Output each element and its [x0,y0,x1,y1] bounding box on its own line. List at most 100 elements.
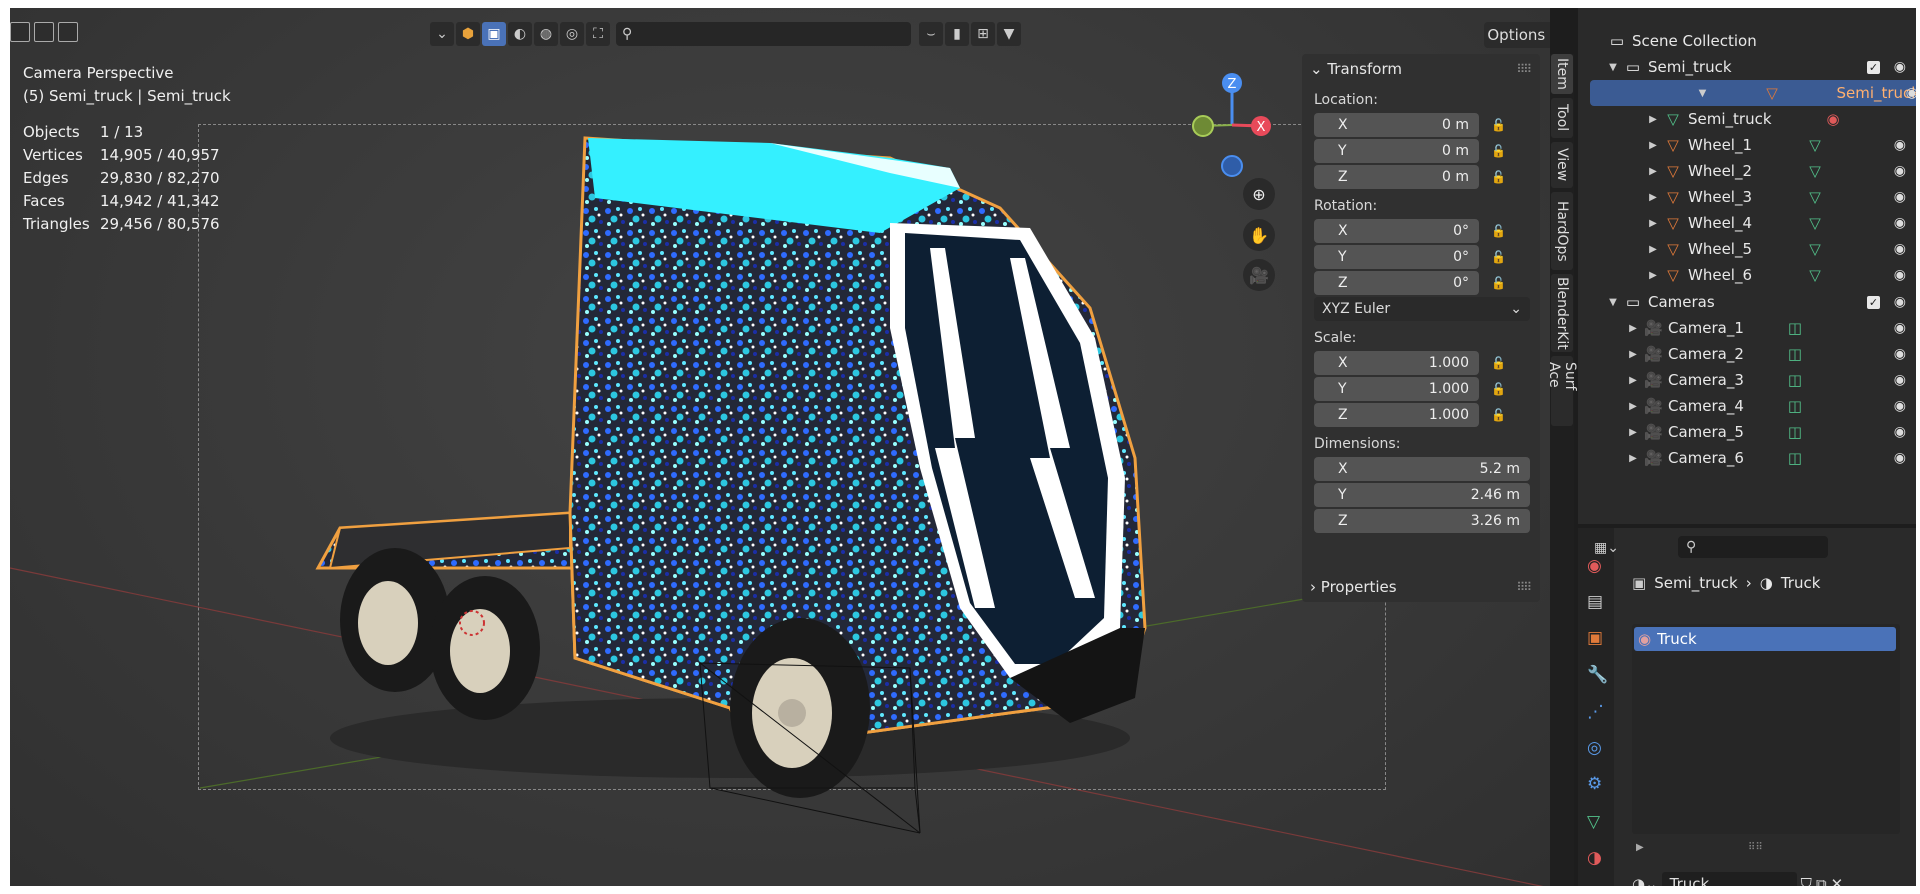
mesh-data-icon[interactable]: ▽ [1806,136,1824,154]
expand-triangle-icon[interactable]: ▶ [1628,401,1638,412]
outliner-row[interactable]: ▶ ▽ Semi_truck ◉ [1578,106,1916,132]
eye-icon[interactable]: ◉ [1894,241,1906,257]
eye-icon[interactable]: ◉ [1894,424,1906,440]
mesh-data-icon[interactable]: ▽ [1806,214,1824,232]
expand-triangle-icon[interactable]: ▶ [1648,192,1658,203]
outliner-row[interactable]: ▼ ▽ Semi_truck ◉ [1590,80,1916,106]
eye-icon[interactable]: ◉ [1894,189,1906,205]
expand-triangle-icon[interactable]: ▼ [1608,62,1618,73]
eye-icon[interactable]: ◉ [1894,398,1906,414]
tab-tool[interactable]: Tool [1551,98,1573,138]
tab-hardops[interactable]: HardOps [1551,192,1573,270]
chevron-down-icon[interactable]: ⌄ [430,22,454,46]
mesh-data-tab-icon[interactable]: ▽ [1587,812,1600,832]
constraints-tab-icon[interactable]: ⚙ [1587,774,1602,794]
particles-tab-icon[interactable]: ⋰ [1587,702,1604,722]
transform-panel-header[interactable]: ⌄ Transform ⠿⠿ [1302,54,1540,84]
outliner-row[interactable]: ▶ ▽ Wheel_5 ▽ ◉ [1578,236,1916,262]
outliner-row[interactable]: ▶ ▽ Wheel_4 ▽ ◉ [1578,210,1916,236]
xray-toggle-icon[interactable]: ▣ [482,22,506,46]
3d-viewport[interactable]: ⌄ ⬢ ▣ ◐ ◍ ◎ ⛶ ⚲ ⌣ ▮ ⊞ ▼ Options ⌄ Camera… [10,8,1550,886]
lock-icon[interactable]: 🔓 [1491,356,1507,370]
gizmo-color-icon[interactable]: ⬢ [456,22,480,46]
camera-data-icon[interactable]: ◫ [1786,423,1804,441]
expand-triangle-icon[interactable]: ▶ [1636,842,1644,853]
scene-tab-icon[interactable]: ◉ [1587,556,1602,576]
material-slot-list[interactable] [1632,624,1900,834]
outliner-camera-row[interactable]: ▶ 🎥 Camera_2 ◫ ◉ [1578,341,1916,367]
drag-grip-icon[interactable]: ⠿⠿ [1516,580,1532,594]
tab-item[interactable]: Item [1551,54,1573,94]
editor-type-icon[interactable]: ▦⌄ [1594,540,1619,556]
camera-data-icon[interactable]: ◫ [1786,397,1804,415]
material-shading-icon[interactable]: ◍ [534,22,558,46]
outliner-camera-row[interactable]: ▶ 🎥 Camera_6 ◫ ◉ [1578,445,1916,471]
scale-x-field[interactable]: X 1.000 [1314,351,1479,375]
outliner-camera-row[interactable]: ▶ 🎥 Camera_1 ◫ ◉ [1578,315,1916,341]
filter-icon[interactable]: ▼ [997,22,1021,46]
collection-filter-icon[interactable]: ⊞ [971,22,995,46]
expand-triangle-icon[interactable]: ▶ [1628,375,1638,386]
eye-icon[interactable]: ◉ [1894,294,1906,310]
bookmark-icon[interactable]: ▮ [945,22,969,46]
lock-icon[interactable]: 🔓 [1491,408,1507,422]
viewport-search-field[interactable]: ⚲ [616,22,911,46]
outliner-camera-row[interactable]: ▶ 🎥 Camera_3 ◫ ◉ [1578,367,1916,393]
dimensions-y-field[interactable]: Y 2.46 m [1314,483,1530,507]
zoom-icon[interactable]: ⊕ [1243,178,1275,210]
mesh-data-icon[interactable]: ▽ [1806,266,1824,284]
eye-icon[interactable]: ◉ [1894,346,1906,362]
lock-icon[interactable]: 🔓 [1491,170,1507,184]
exclude-checkbox[interactable]: ✓ [1867,60,1880,74]
duplicate-material-icon[interactable]: ⧉ [1816,875,1827,886]
overlay-icon[interactable]: ⛶ [586,22,610,46]
lock-icon[interactable]: 🔓 [1491,276,1507,290]
mesh-data-icon[interactable]: ▽ [1806,162,1824,180]
tab-view[interactable]: View [1551,142,1573,188]
lock-icon[interactable]: 🔓 [1491,144,1507,158]
physics-tab-icon[interactable]: ◎ [1587,738,1602,758]
location-y-field[interactable]: Y0 m [1314,139,1479,163]
camera-data-icon[interactable]: ◫ [1786,319,1804,337]
expand-triangle-icon[interactable]: ▼ [1697,88,1707,99]
expand-triangle-icon[interactable]: ▶ [1628,427,1638,438]
mesh-data-icon[interactable]: ▽ [1806,240,1824,258]
outliner-camera-row[interactable]: ▶ 🎥 Camera_4 ◫ ◉ [1578,393,1916,419]
expand-triangle-icon[interactable]: ▶ [1648,140,1658,151]
outliner-collection-row[interactable]: ▼ ▭ Semi_truck ✓ ◉ [1578,54,1916,80]
select-extend-icon[interactable] [34,22,54,42]
location-x-field[interactable]: X0 m [1314,113,1479,137]
outliner-row[interactable]: ▶ ▽ Wheel_1 ▽ ◉ [1578,132,1916,158]
lock-icon[interactable]: 🔓 [1491,382,1507,396]
expand-triangle-icon[interactable]: ▶ [1648,114,1658,125]
expand-triangle-icon[interactable]: ▶ [1648,218,1658,229]
scale-z-field[interactable]: Z 1.000 [1314,403,1479,427]
location-z-field[interactable]: Z0 m [1314,165,1479,189]
eye-icon[interactable]: ◉ [1894,320,1906,336]
lock-icon[interactable]: 🔓 [1491,250,1507,264]
camera-view-icon[interactable]: 🎥 [1243,259,1275,291]
outliner-collection-row[interactable]: ▼ ▭ Cameras ✓ ◉ [1578,289,1916,315]
select-subtract-icon[interactable] [58,22,78,42]
expand-triangle-icon[interactable]: ▶ [1628,453,1638,464]
eye-icon[interactable]: ◉ [1894,137,1906,153]
dimensions-z-field[interactable]: Z 3.26 m [1314,509,1530,533]
visibility-toggle-icon[interactable]: ⌣ [919,22,943,46]
eye-icon[interactable]: ◉ [1894,59,1906,75]
solid-shading-icon[interactable]: ◐ [508,22,532,46]
rotation-z-field[interactable]: Z 0° [1314,271,1479,295]
material-name-field[interactable]: Truck [1661,872,1797,886]
lock-icon[interactable]: 🔓 [1491,118,1507,132]
properties-search-input[interactable]: ⚲ [1678,536,1828,558]
outliner-row[interactable]: ▶ ▽ Wheel_3 ▽ ◉ [1578,184,1916,210]
material-icon[interactable]: ◉ [1824,110,1842,128]
eye-icon[interactable]: ◉ [1894,267,1906,283]
collection-tab-icon[interactable]: ▤ [1587,592,1603,612]
eye-icon[interactable]: ◉ [1906,85,1916,101]
eye-icon[interactable]: ◉ [1894,450,1906,466]
expand-triangle-icon[interactable]: ▶ [1648,244,1658,255]
lock-icon[interactable]: 🔓 [1491,224,1507,238]
rotation-y-field[interactable]: Y 0° [1314,245,1479,269]
eye-icon[interactable]: ◉ [1894,163,1906,179]
expand-triangle-icon[interactable]: ▶ [1628,323,1638,334]
